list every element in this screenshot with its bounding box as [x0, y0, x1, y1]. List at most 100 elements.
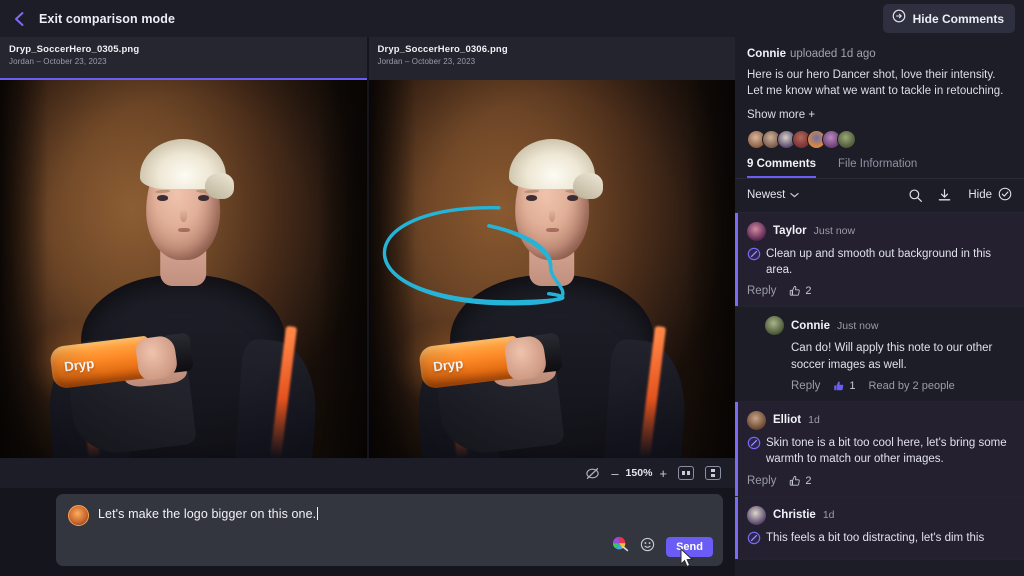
- show-more-link[interactable]: Show more +: [747, 109, 1012, 121]
- comment-item[interactable]: Connie Just now Can do! Will apply this …: [735, 307, 1024, 402]
- avatar[interactable]: [837, 129, 856, 149]
- zoom-out-button[interactable]: –: [611, 467, 618, 480]
- color-brush-icon[interactable]: [611, 536, 629, 557]
- image-pane-right[interactable]: Dryp ✳: [366, 80, 735, 458]
- upload-header: Connie uploaded 1d ago Here is our hero D…: [735, 37, 1024, 121]
- comment-time: 1d: [822, 509, 835, 522]
- avatar: [68, 505, 89, 526]
- comment-text-row: Clean up and smooth out background in th…: [747, 246, 1012, 279]
- comment-text: Can do! Will apply this note to our othe…: [791, 342, 993, 371]
- like-count: 1: [849, 379, 856, 392]
- pane-meta-right: Jordan – October 23, 2023: [377, 57, 476, 66]
- comment-footer: Reply 1 Read by 2 people: [765, 380, 1012, 392]
- upload-author-line: Connie uploaded 1d ago: [747, 48, 1012, 60]
- emoji-icon[interactable]: [640, 537, 655, 557]
- upload-meta: uploaded 1d ago: [789, 48, 876, 60]
- comment-text-row: This feels a bit too distracting, let's …: [747, 530, 1012, 550]
- fit-page-icon[interactable]: [705, 466, 721, 480]
- comment-time: Just now: [813, 225, 856, 238]
- sort-label: Newest: [747, 189, 786, 202]
- comment-footer: Reply 2: [747, 475, 1012, 487]
- comment-composer[interactable]: Let's make the logo bigger on this one.: [56, 494, 723, 568]
- comment-text: Clean up and smooth out background in th…: [766, 247, 992, 276]
- avatar: [747, 221, 766, 241]
- photo-left: Dryp ✳: [0, 80, 367, 458]
- zoom-level-label[interactable]: 150%: [626, 467, 653, 479]
- hide-comments-label: Hide Comments: [912, 11, 1004, 26]
- zoom-in-button[interactable]: +: [659, 467, 667, 480]
- photo-right: Dryp ✳: [368, 80, 735, 458]
- annotation-marker-icon: [747, 247, 761, 266]
- body-wrapper: Dryp_SoccerHero_0305.png Jordan – Octobe…: [0, 37, 1024, 576]
- download-icon[interactable]: [937, 188, 952, 203]
- hide-label: Hide: [968, 189, 992, 202]
- like-count: 2: [805, 285, 812, 298]
- comparison-viewer: Dryp_SoccerHero_0305.png Jordan – Octobe…: [0, 37, 735, 576]
- read-receipt: Read by 2 people: [868, 379, 955, 392]
- send-button[interactable]: Send: [666, 536, 713, 557]
- comment-header: Elliot 1d: [747, 410, 1012, 430]
- reply-button[interactable]: Reply: [747, 285, 776, 297]
- zoom-controls: – 150% +: [611, 467, 667, 480]
- comment-author: Connie: [791, 319, 830, 332]
- viewer-toolbar: – 150% +: [0, 458, 735, 488]
- comment-header: Christie 1d: [747, 505, 1012, 525]
- comment-author: Taylor: [773, 225, 807, 238]
- sidebar-tabs: 9 Comments File Information: [735, 149, 1024, 178]
- top-bar: Exit comparison mode Hide Comments: [0, 0, 1024, 37]
- comment-text-row: Can do! Will apply this note to our othe…: [765, 340, 1012, 373]
- pane-images: Dryp ✳: [0, 80, 735, 458]
- reply-button[interactable]: Reply: [791, 380, 820, 392]
- composer-value: Let's make the logo bigger on this one.: [98, 507, 317, 521]
- composer-area: Let's make the logo bigger on this one.: [0, 488, 735, 576]
- sort-select[interactable]: Newest: [747, 189, 800, 202]
- tab-comments[interactable]: 9 Comments: [747, 158, 817, 178]
- upload-author: Connie: [747, 48, 786, 60]
- comment-time: 1d: [808, 414, 820, 427]
- like-button[interactable]: 2: [789, 285, 812, 298]
- tab-file-information[interactable]: File Information: [838, 158, 917, 178]
- comment-author: Elliot: [773, 414, 802, 427]
- comment-text: This feels a bit too distracting, let's …: [766, 531, 985, 544]
- exit-comparison-label: Exit comparison mode: [39, 11, 176, 26]
- like-button[interactable]: 2: [789, 475, 812, 487]
- chevron-down-icon: [790, 189, 800, 201]
- comment-time: Just now: [836, 319, 879, 332]
- composer-actions: Send: [611, 536, 713, 557]
- chevron-left-icon[interactable]: [8, 8, 30, 30]
- arrow-circle-right-icon: [892, 9, 906, 28]
- avatar: [747, 505, 766, 525]
- app-root: Exit comparison mode Hide Comments Dryp_…: [0, 0, 1024, 576]
- comment-item[interactable]: Taylor Just now Clean up and smooth out …: [735, 212, 1024, 308]
- pane-headers: Dryp_SoccerHero_0305.png Jordan – Octobe…: [0, 37, 735, 80]
- hide-resolved-toggle[interactable]: Hide: [968, 187, 1012, 204]
- reply-button[interactable]: Reply: [747, 475, 776, 487]
- like-button[interactable]: 1: [833, 379, 856, 392]
- search-icon[interactable]: [908, 188, 923, 203]
- composer-text[interactable]: Let's make the logo bigger on this one.: [98, 505, 319, 521]
- pane-header-right[interactable]: Dryp_SoccerHero_0306.png Jordan – Octobe…: [366, 37, 735, 80]
- pane-meta-left: Jordan – October 23, 2023: [9, 57, 107, 66]
- avatar: [747, 410, 766, 430]
- pane-filename-left: Dryp_SoccerHero_0305.png: [9, 44, 140, 55]
- pane-filename-right: Dryp_SoccerHero_0306.png: [377, 44, 508, 55]
- comment-item[interactable]: Elliot 1d Skin tone is a bit too cool he…: [735, 401, 1024, 497]
- comment-text-row: Skin tone is a bit too cool here, let's …: [747, 435, 1012, 468]
- comment-footer: Reply 2: [747, 285, 1012, 297]
- comment-text: Skin tone is a bit too cool here, let's …: [766, 436, 1007, 466]
- collaborator-avatars: [735, 121, 1024, 149]
- text-caret: [317, 507, 319, 520]
- image-pane-left[interactable]: Dryp ✳: [0, 80, 367, 458]
- thumbs-up-icon: [790, 286, 801, 296]
- annotation-marker-icon: [747, 436, 761, 455]
- eye-slash-icon[interactable]: [585, 466, 600, 481]
- comment-author: Christie: [773, 509, 816, 522]
- comments-sortbar: Newest Hide: [735, 179, 1024, 213]
- composer-row: Let's make the logo bigger on this one.: [68, 505, 711, 526]
- pane-header-left[interactable]: Dryp_SoccerHero_0305.png Jordan – Octobe…: [0, 37, 367, 80]
- photo-vignette: [368, 80, 735, 458]
- hide-comments-button[interactable]: Hide Comments: [882, 4, 1015, 33]
- comment-item[interactable]: Christie 1d This feels a bit too distrac…: [735, 496, 1024, 560]
- comment-header: Connie Just now: [765, 316, 1012, 336]
- fit-width-icon[interactable]: [678, 466, 694, 480]
